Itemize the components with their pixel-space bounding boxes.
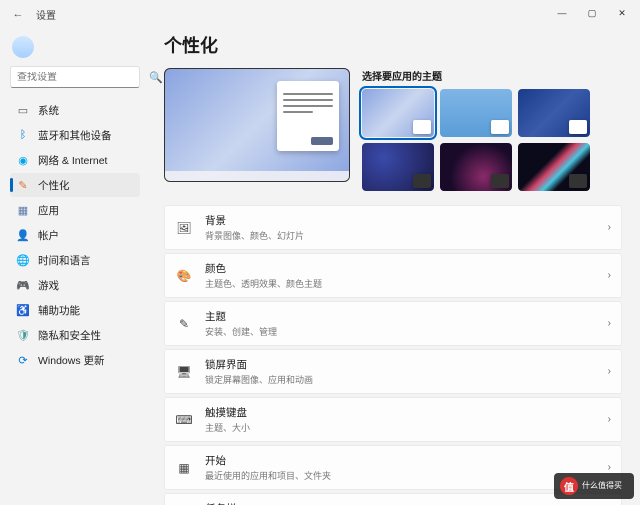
card-4[interactable]: ⌨ 触摸键盘主题、大小› (164, 397, 622, 442)
maximize-button[interactable]: ▢ (578, 4, 606, 22)
account-icon: 👤 (16, 228, 30, 242)
card-subtitle: 锁定屏幕图像、应用和动画 (205, 373, 608, 386)
gaming-icon: 🎮 (16, 278, 30, 292)
sidebar-item-label: 个性化 (38, 178, 70, 193)
sidebar-item-0[interactable]: ▭ 系统 (10, 98, 140, 122)
card-subtitle: 主题色、透明效果、颜色主题 (205, 277, 608, 290)
card-icon: 🖥 (175, 363, 193, 381)
apps-icon: ▦ (16, 203, 30, 217)
card-icon: 🖼 (175, 219, 193, 237)
search-input[interactable] (17, 72, 149, 83)
card-icon: ⌨ (175, 411, 193, 429)
card-title: 任务栏 (205, 501, 608, 505)
watermark-badge: 值 (560, 477, 578, 495)
chevron-right-icon: › (608, 270, 611, 281)
card-title: 开始 (205, 453, 608, 468)
sidebar-item-label: 帐户 (38, 228, 59, 243)
sidebar-item-label: 系统 (38, 103, 59, 118)
window-controls: — ▢ ✕ (548, 4, 636, 22)
bluetooth-icon: ᛒ (16, 128, 30, 142)
sidebar-item-8[interactable]: ♿ 辅助功能 (10, 298, 140, 322)
card-subtitle: 最近使用的应用和项目、文件夹 (205, 469, 608, 482)
wifi-icon: ◉ (16, 153, 30, 167)
sidebar-item-label: 辅助功能 (38, 303, 80, 318)
system-icon: ▭ (16, 103, 30, 117)
user-row[interactable] (10, 34, 140, 60)
page-title: 个性化 (164, 32, 622, 58)
update-icon: ⟳ (16, 353, 30, 367)
card-title: 主题 (205, 309, 608, 324)
card-title: 颜色 (205, 261, 608, 276)
card-subtitle: 主题、大小 (205, 421, 608, 434)
sidebar-item-label: 游戏 (38, 278, 59, 293)
personalize-icon: ✎ (16, 178, 30, 192)
chevron-right-icon: › (608, 462, 611, 473)
sidebar-item-3[interactable]: ✎ 个性化 (10, 173, 140, 197)
card-title: 锁屏界面 (205, 357, 608, 372)
chevron-right-icon: › (608, 222, 611, 233)
sidebar-item-1[interactable]: ᛒ 蓝牙和其他设备 (10, 123, 140, 147)
sidebar-item-5[interactable]: 👤 帐户 (10, 223, 140, 247)
card-1[interactable]: 🎨 颜色主题色、透明效果、颜色主题› (164, 253, 622, 298)
settings-cards: 🖼背景背景图像、颜色、幻灯片›🎨颜色主题色、透明效果、颜色主题›✎主题安装、创建… (164, 205, 622, 505)
theme-thumb-4[interactable] (362, 143, 434, 191)
titlebar: ← 设置 (0, 0, 640, 28)
sidebar-item-4[interactable]: ▦ 应用 (10, 198, 140, 222)
card-icon: ▦ (175, 459, 193, 477)
watermark: 值 什么值得买 (554, 473, 634, 499)
sidebar-item-label: 隐私和安全性 (38, 328, 101, 343)
card-subtitle: 安装、创建、管理 (205, 325, 608, 338)
nav-list: ▭ 系统 ᛒ 蓝牙和其他设备 ◉ 网络 & Internet ✎ 个性化 ▦ 应用 👤 帐户 🌐 时间和语… (10, 98, 140, 372)
card-3[interactable]: 🖥 锁屏界面锁定屏幕图像、应用和动画› (164, 349, 622, 394)
themes-label: 选择要应用的主题 (362, 68, 622, 83)
chevron-right-icon: › (608, 318, 611, 329)
close-button[interactable]: ✕ (608, 4, 636, 22)
sidebar-item-6[interactable]: 🌐 时间和语言 (10, 248, 140, 272)
sidebar-item-label: 网络 & Internet (38, 153, 107, 168)
theme-grid (362, 89, 622, 191)
sidebar-item-label: 时间和语言 (38, 253, 91, 268)
theme-thumb-3[interactable] (518, 89, 590, 137)
sidebar-item-7[interactable]: 🎮 游戏 (10, 273, 140, 297)
theme-thumb-1[interactable] (362, 89, 434, 137)
sidebar-item-label: 蓝牙和其他设备 (38, 128, 112, 143)
theme-thumb-2[interactable] (440, 89, 512, 137)
card-title: 触摸键盘 (205, 405, 608, 420)
avatar (12, 36, 34, 58)
sidebar-item-2[interactable]: ◉ 网络 & Internet (10, 148, 140, 172)
card-icon: 🎨 (175, 267, 193, 285)
time-icon: 🌐 (16, 253, 30, 267)
sidebar-item-9[interactable]: 🛡 隐私和安全性 (10, 323, 140, 347)
theme-preview (164, 68, 350, 182)
theme-thumb-6[interactable] (518, 143, 590, 191)
minimize-button[interactable]: — (548, 4, 576, 22)
theme-thumb-5[interactable] (440, 143, 512, 191)
card-subtitle: 背景图像、颜色、幻灯片 (205, 229, 608, 242)
privacy-icon: 🛡 (16, 328, 30, 342)
sidebar-item-10[interactable]: ⟳ Windows 更新 (10, 348, 140, 372)
window-title: 设置 (36, 7, 56, 22)
chevron-right-icon: › (608, 414, 611, 425)
sidebar: 🔍 ▭ 系统 ᛒ 蓝牙和其他设备 ◉ 网络 & Internet ✎ 个性化 ▦ 应用 👤 帐户 🌐 时间… (0, 28, 150, 505)
watermark-text: 什么值得买 (582, 482, 622, 491)
search-box[interactable]: 🔍 (10, 66, 140, 88)
accessibility-icon: ♿ (16, 303, 30, 317)
sidebar-item-label: 应用 (38, 203, 59, 218)
sidebar-item-label: Windows 更新 (38, 353, 105, 368)
chevron-right-icon: › (608, 366, 611, 377)
back-button[interactable]: ← (8, 8, 28, 20)
card-2[interactable]: ✎ 主题安装、创建、管理› (164, 301, 622, 346)
card-icon: ✎ (175, 315, 193, 333)
card-0[interactable]: 🖼 背景背景图像、颜色、幻灯片› (164, 205, 622, 250)
card-title: 背景 (205, 213, 608, 228)
main-content: 个性化 选择要应用的主题 🖼背景背景图像、颜色、幻灯片›🎨颜色主题色、 (150, 28, 640, 505)
